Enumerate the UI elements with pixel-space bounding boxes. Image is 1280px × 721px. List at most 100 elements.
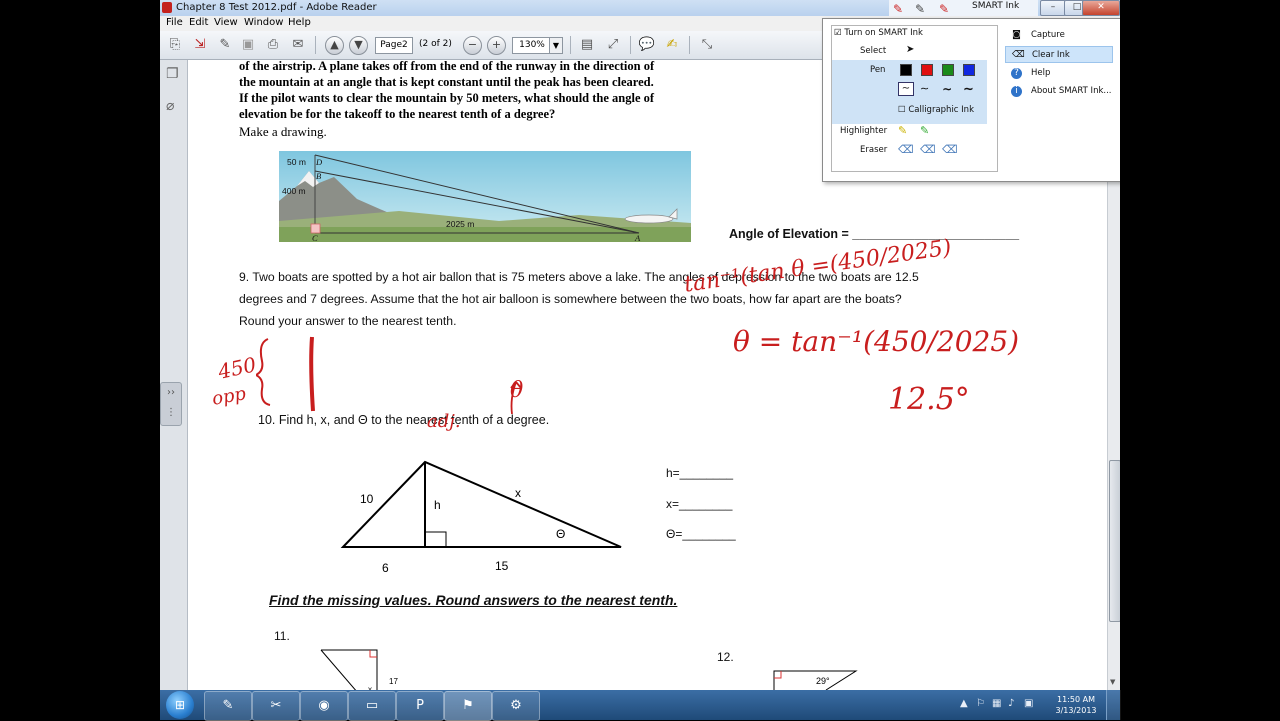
print-icon[interactable]: ⎙: [264, 36, 282, 54]
previous-page-icon[interactable]: ▲: [325, 36, 344, 55]
label-50m: 50 m: [287, 157, 306, 167]
help-menu-item[interactable]: ? Help: [1005, 65, 1113, 82]
tray-network-icon[interactable]: ▦: [992, 698, 1001, 709]
highlight-icon[interactable]: ✍: [663, 36, 681, 54]
tray-arrow-icon[interactable]: ▲: [960, 698, 968, 709]
fit-page-icon[interactable]: ▤: [578, 36, 596, 54]
tray-flag-icon[interactable]: ⚐: [976, 698, 985, 709]
show-desktop-button[interactable]: [1106, 690, 1121, 720]
pen-highlight-icon[interactable]: ✎: [939, 2, 949, 16]
pen-extra-thick-icon[interactable]: ∼: [963, 82, 974, 97]
sign-icon[interactable]: ✎: [216, 36, 234, 54]
triangle-figure: 10 h x Θ 6 15: [340, 460, 622, 575]
pen-red-icon[interactable]: ✎: [893, 2, 903, 16]
answer-theta: Θ=________: [666, 527, 736, 541]
system-clock[interactable]: 11:50 AM 3/13/2013: [1053, 694, 1099, 716]
ink-adj: adj.: [427, 411, 461, 432]
ink-strokes: [256, 336, 315, 412]
email-icon[interactable]: ✉: [289, 36, 307, 54]
menu-help[interactable]: Help: [288, 17, 311, 28]
taskbar-publisher-icon[interactable]: P: [396, 691, 444, 721]
taskbar-firefox-icon[interactable]: ◉: [300, 691, 348, 721]
menu-edit[interactable]: Edit: [189, 17, 208, 28]
label-a: A: [634, 233, 641, 242]
scroll-down-icon[interactable]: ▼: [1110, 678, 1115, 686]
problem-8-line: If the pilot wants to clear the mountain…: [239, 91, 655, 105]
create-pdf-icon[interactable]: ⎘: [166, 36, 184, 54]
select-cursor-icon[interactable]: ➤: [906, 44, 914, 55]
pen-color-blue[interactable]: [963, 64, 975, 76]
problem-8-text: of the airstrip. A plane takes off from …: [239, 60, 739, 122]
label-theta: Θ: [556, 527, 565, 541]
ink-answer: 12.5°: [888, 382, 970, 417]
clock-date: 3/13/2013: [1055, 706, 1097, 715]
problem-9-line: 9. Two boats are spotted by a hot air ba…: [239, 270, 919, 284]
menu-window[interactable]: Window: [244, 17, 283, 28]
taskbar-explorer-icon[interactable]: ▭: [348, 691, 396, 721]
taskbar-adobe-reader-icon[interactable]: ⚑: [444, 691, 492, 721]
label-d: D: [315, 157, 323, 167]
pen-medium-icon[interactable]: ∼: [920, 82, 929, 95]
problem-10-answers: h=________ x=________ Θ=________: [666, 458, 736, 550]
section-heading: Find the missing values. Round answers t…: [269, 592, 678, 608]
zoom-in-icon[interactable]: +: [487, 36, 506, 55]
page-count: (2 of 2): [419, 39, 452, 49]
zoom-dropdown[interactable]: ▼: [549, 37, 563, 54]
full-screen-icon[interactable]: ⤡: [698, 36, 716, 54]
minimize-button[interactable]: –: [1040, 0, 1066, 16]
ink-arrow: [510, 381, 522, 415]
menu-view[interactable]: View: [214, 17, 238, 28]
problem-8-line: the mountain at an angle that is kept co…: [239, 75, 654, 89]
pen-color-black[interactable]: [900, 64, 912, 76]
taskbar-smart-tools-icon[interactable]: ✂: [252, 691, 300, 721]
tray-speaker-icon[interactable]: ♪: [1008, 698, 1014, 709]
start-button[interactable]: ⊞: [166, 691, 194, 719]
window-title: Chapter 8 Test 2012.pdf - Adobe Reader: [176, 2, 377, 13]
pen-black-icon[interactable]: ✎: [915, 2, 925, 16]
ground: [279, 227, 691, 242]
eraser-large-icon[interactable]: ⌫: [942, 143, 958, 156]
attachment-icon[interactable]: ⌀: [166, 98, 181, 114]
close-button[interactable]: ✕: [1082, 0, 1120, 16]
comment-icon[interactable]: 💬: [638, 36, 656, 54]
taskbar-app-icon[interactable]: ⚙: [492, 691, 540, 721]
next-page-icon[interactable]: ▼: [349, 36, 368, 55]
pen-thick-icon[interactable]: ∼: [942, 82, 952, 96]
calligraphic-checkbox[interactable]: ☐ Calligraphic Ink: [898, 105, 974, 115]
tray-device-icon[interactable]: ▣: [1024, 698, 1033, 709]
pen-color-red[interactable]: [921, 64, 933, 76]
fit-width-icon[interactable]: ⤢: [604, 36, 622, 54]
pen-color-green[interactable]: [942, 64, 954, 76]
clock-time: 11:50 AM: [1057, 695, 1095, 704]
scroll-thumb[interactable]: [1109, 460, 1120, 622]
turn-on-smart-ink-checkbox[interactable]: ☑ Turn on SMART Ink: [834, 28, 923, 38]
panel-expand-handle[interactable]: ›› ⋮: [160, 382, 182, 426]
save-icon[interactable]: ▣: [239, 36, 257, 54]
eraser-medium-icon[interactable]: ⌫: [920, 143, 936, 156]
label-side-10: 10: [360, 492, 374, 506]
label-17: 17: [389, 677, 398, 686]
clear-ink-menu-item[interactable]: ⌫ Clear Ink: [1005, 46, 1113, 63]
capture-menu-item[interactable]: ◙ Capture: [1005, 27, 1113, 44]
ink-450: 450: [215, 352, 259, 384]
label-c: C: [312, 233, 318, 242]
toolbar-divider: [630, 36, 631, 54]
about-menu-item[interactable]: i About SMART Ink...: [1005, 83, 1113, 100]
pen-thin-icon[interactable]: ∼: [898, 82, 914, 96]
zoom-level-input[interactable]: 130%: [512, 37, 552, 54]
problem-8-line: elevation be for the takeoff to the near…: [239, 107, 556, 121]
eraser-small-icon[interactable]: ⌫: [898, 143, 914, 156]
export-pdf-icon[interactable]: ⇲: [191, 36, 209, 54]
pages-icon[interactable]: ❐: [166, 66, 181, 82]
ink-opp: opp: [210, 383, 248, 410]
smart-ink-label[interactable]: SMART Ink: [972, 1, 1019, 11]
problem-9-line: degrees and 7 degrees. Assume that the h…: [239, 292, 902, 306]
label-400m: 400 m: [282, 186, 306, 196]
zoom-out-icon[interactable]: −: [463, 36, 482, 55]
taskbar-smart-notebook-icon[interactable]: ✎: [204, 691, 252, 721]
page-number-input[interactable]: Page2: [375, 37, 413, 54]
toolbar-divider: [689, 36, 690, 54]
menu-file[interactable]: File: [166, 17, 183, 28]
highlighter-yellow-icon[interactable]: ✎: [898, 124, 907, 137]
highlighter-green-icon[interactable]: ✎: [920, 124, 929, 137]
